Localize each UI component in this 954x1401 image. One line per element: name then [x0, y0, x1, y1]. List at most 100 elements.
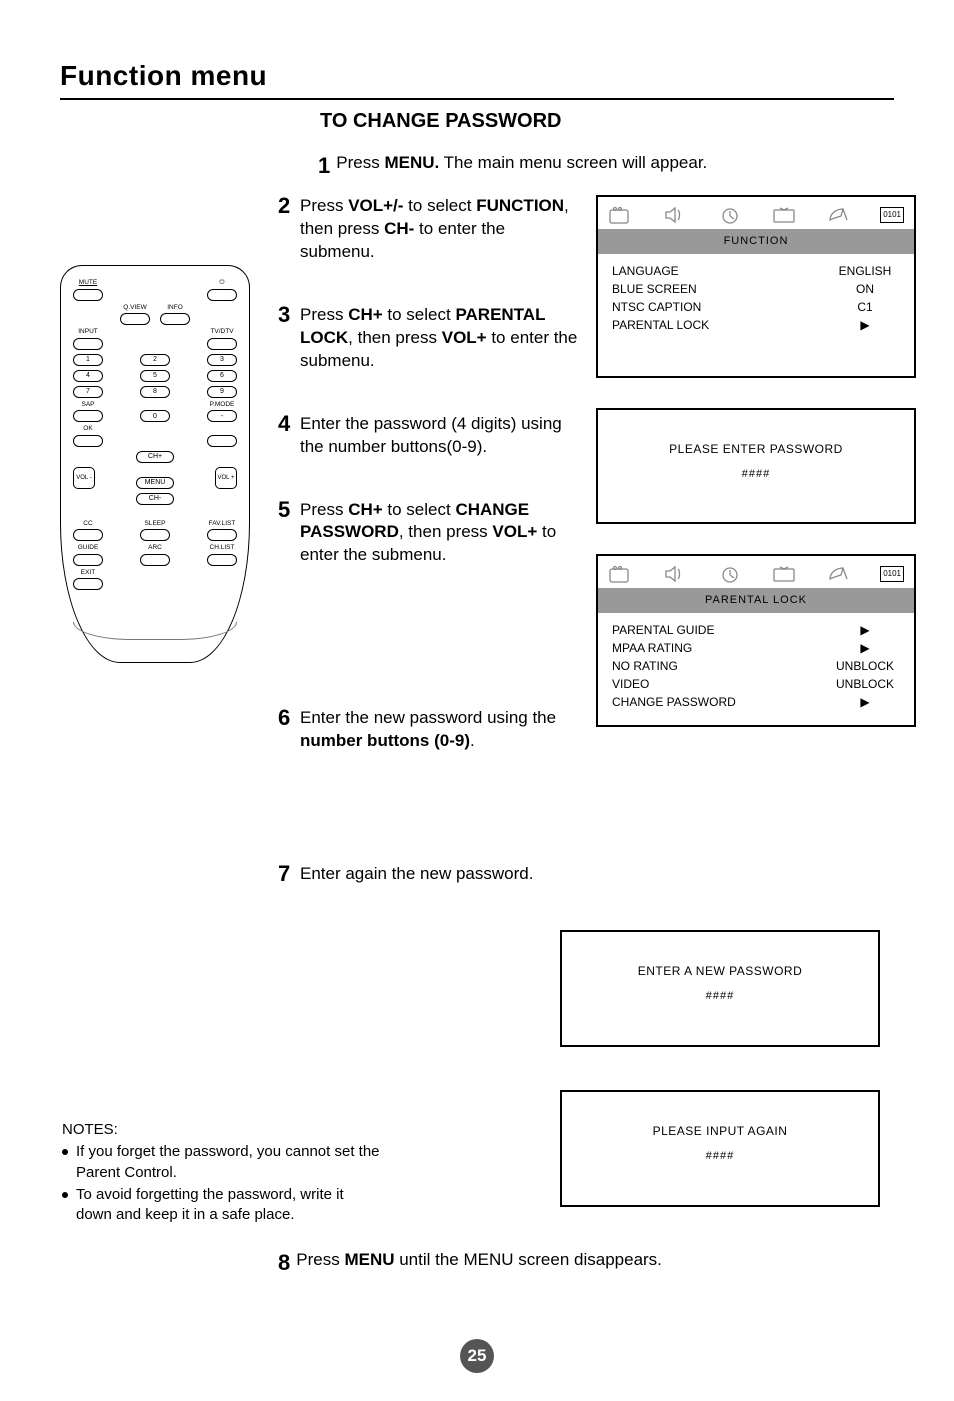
remote-btn-blank	[207, 435, 237, 447]
osd-row: LANGUAGEENGLISH	[608, 262, 904, 280]
osd-password-mask: ####	[608, 466, 904, 483]
remote-btn-cc	[73, 529, 103, 541]
remote-btn-6: 6	[207, 370, 237, 382]
remote-label-cc: CC	[73, 521, 103, 528]
remote-label-favlist: FAV.LIST	[207, 521, 237, 528]
step-text: Enter again the new password.	[300, 863, 533, 886]
step-number: 2	[278, 195, 294, 264]
notes-item: If you forget the password, you cannot s…	[62, 1142, 382, 1183]
remote-btn-input	[73, 338, 103, 350]
step-2: 2 Press VOL+/- to select FUNCTION, then …	[278, 195, 578, 264]
timer-icon	[717, 205, 743, 225]
remote-label-exit: EXIT	[73, 570, 103, 577]
dish-icon	[826, 564, 852, 584]
osd-row: MPAA RATING▶	[608, 639, 904, 657]
remote-label-mute: MUTE	[73, 280, 103, 287]
remote-btn-power	[207, 289, 237, 301]
osd-parental-lock-menu: 0101 PARENTAL LOCK PARENTAL GUIDE▶ MPAA …	[596, 554, 916, 727]
osd-row: NO RATINGUNBLOCK	[608, 657, 904, 675]
remote-label-sleep: SLEEP	[140, 521, 170, 528]
osd-password-mask: ####	[572, 1148, 868, 1165]
step-number: 6	[278, 707, 294, 753]
osd-message: PLEASE INPUT AGAIN	[572, 1122, 868, 1140]
picture-icon	[608, 564, 634, 584]
step-text: Press MENU until the MENU screen disappe…	[296, 1250, 662, 1276]
page-title: Function menu	[60, 60, 894, 100]
step-7: 7 Enter again the new password.	[278, 863, 578, 886]
osd-row: PARENTAL GUIDE▶	[608, 621, 904, 639]
remote-label-info: INFO	[160, 305, 190, 312]
osd-password-mask: ####	[572, 988, 868, 1005]
remote-label-arc: ARC	[140, 545, 170, 552]
remote-label-guide: GUIDE	[73, 545, 103, 552]
notes-block: NOTES: If you forget the password, you c…	[62, 1120, 382, 1227]
osd-title-bar: PARENTAL LOCK	[598, 588, 914, 613]
remote-btn-1: 1	[73, 354, 103, 366]
page-number-badge: 25	[460, 1339, 494, 1373]
timer-icon	[717, 564, 743, 584]
remote-btn-chplus: CH+	[136, 451, 174, 463]
sound-icon	[662, 205, 688, 225]
step-5: 5 Press CH+ to select CHANGE PASSWORD, t…	[278, 499, 578, 568]
remote-btn-arc	[140, 554, 170, 566]
remote-btn-sleep	[140, 529, 170, 541]
osd-new-password: ENTER A NEW PASSWORD ####	[560, 930, 880, 1047]
step-number: 4	[278, 413, 294, 459]
osd-row: BLUE SCREENON	[608, 280, 904, 298]
remote-btn-mute	[73, 289, 103, 301]
osd-function-menu: 0101 FUNCTION LANGUAGEENGLISH BLUE SCREE…	[596, 195, 916, 378]
remote-btn-chlist	[207, 554, 237, 566]
step-4: 4 Enter the password (4 digits) using th…	[278, 413, 578, 459]
osd-code: 0101	[880, 566, 904, 582]
remote-label-tvdtv: TV/DTV	[207, 329, 237, 336]
remote-btn-guide	[73, 554, 103, 566]
remote-btn-chminus: CH-	[136, 493, 174, 505]
step-6: 6 Enter the new password using the numbe…	[278, 707, 578, 753]
step-number: 8	[278, 1250, 290, 1276]
remote-btn-9: 9	[207, 386, 237, 398]
remote-label-ok: OK	[73, 426, 103, 433]
remote-btn-exit	[73, 578, 103, 590]
remote-control-illustration: MUTE ⏻ Q.VIEW INFO INPUT TV/DTV 123 456 …	[60, 265, 250, 663]
notes-item: To avoid forgetting the password, write …	[62, 1185, 382, 1226]
step-text: Press MENU. The main menu screen will ap…	[336, 153, 707, 179]
step-text: Press CH+ to select PARENTAL LOCK, then …	[300, 304, 578, 373]
remote-btn-ok	[73, 435, 103, 447]
dish-icon	[826, 205, 852, 225]
remote-btn-8: 8	[140, 386, 170, 398]
step-text: Enter the password (4 digits) using the …	[300, 413, 578, 459]
osd-iconstrip: 0101	[608, 205, 904, 225]
notes-heading: NOTES:	[62, 1120, 382, 1140]
remote-btn-tvdtv	[207, 338, 237, 350]
osd-message: PLEASE ENTER PASSWORD	[608, 440, 904, 458]
osd-row: PARENTAL LOCK▶	[608, 316, 904, 334]
sound-icon	[662, 564, 688, 584]
remote-label-power: ⏻	[207, 280, 237, 287]
remote-btn-pmode: -	[207, 410, 237, 422]
remote-btn-sap	[73, 410, 103, 422]
osd-input-again: PLEASE INPUT AGAIN ####	[560, 1090, 880, 1207]
remote-label-input: INPUT	[73, 329, 103, 336]
remote-btn-qview	[120, 313, 150, 325]
tv-icon	[771, 564, 797, 584]
osd-message: ENTER A NEW PASSWORD	[572, 962, 868, 980]
osd-code: 0101	[880, 207, 904, 223]
remote-btn-3: 3	[207, 354, 237, 366]
remote-btn-7: 7	[73, 386, 103, 398]
step-8: 8 Press MENU until the MENU screen disap…	[278, 1250, 662, 1276]
remote-btn-favlist	[207, 529, 237, 541]
step-number: 3	[278, 304, 294, 373]
step-text: Press VOL+/- to select FUNCTION, then pr…	[300, 195, 578, 264]
step-3: 3 Press CH+ to select PARENTAL LOCK, the…	[278, 304, 578, 373]
remote-btn-menu: MENU	[136, 477, 174, 489]
remote-label-qview: Q.VIEW	[120, 305, 150, 312]
step-number: 7	[278, 863, 294, 886]
osd-enter-password: PLEASE ENTER PASSWORD ####	[596, 408, 916, 525]
step-text: Press CH+ to select CHANGE PASSWORD, the…	[300, 499, 578, 568]
osd-row: CHANGE PASSWORD▶	[608, 693, 904, 711]
tv-icon	[771, 205, 797, 225]
step-1: 1 Press MENU. The main menu screen will …	[318, 153, 894, 179]
remote-btn-volplus: VOL +	[215, 467, 237, 489]
osd-row: NTSC CAPTIONC1	[608, 298, 904, 316]
remote-btn-0: 0	[140, 410, 170, 422]
